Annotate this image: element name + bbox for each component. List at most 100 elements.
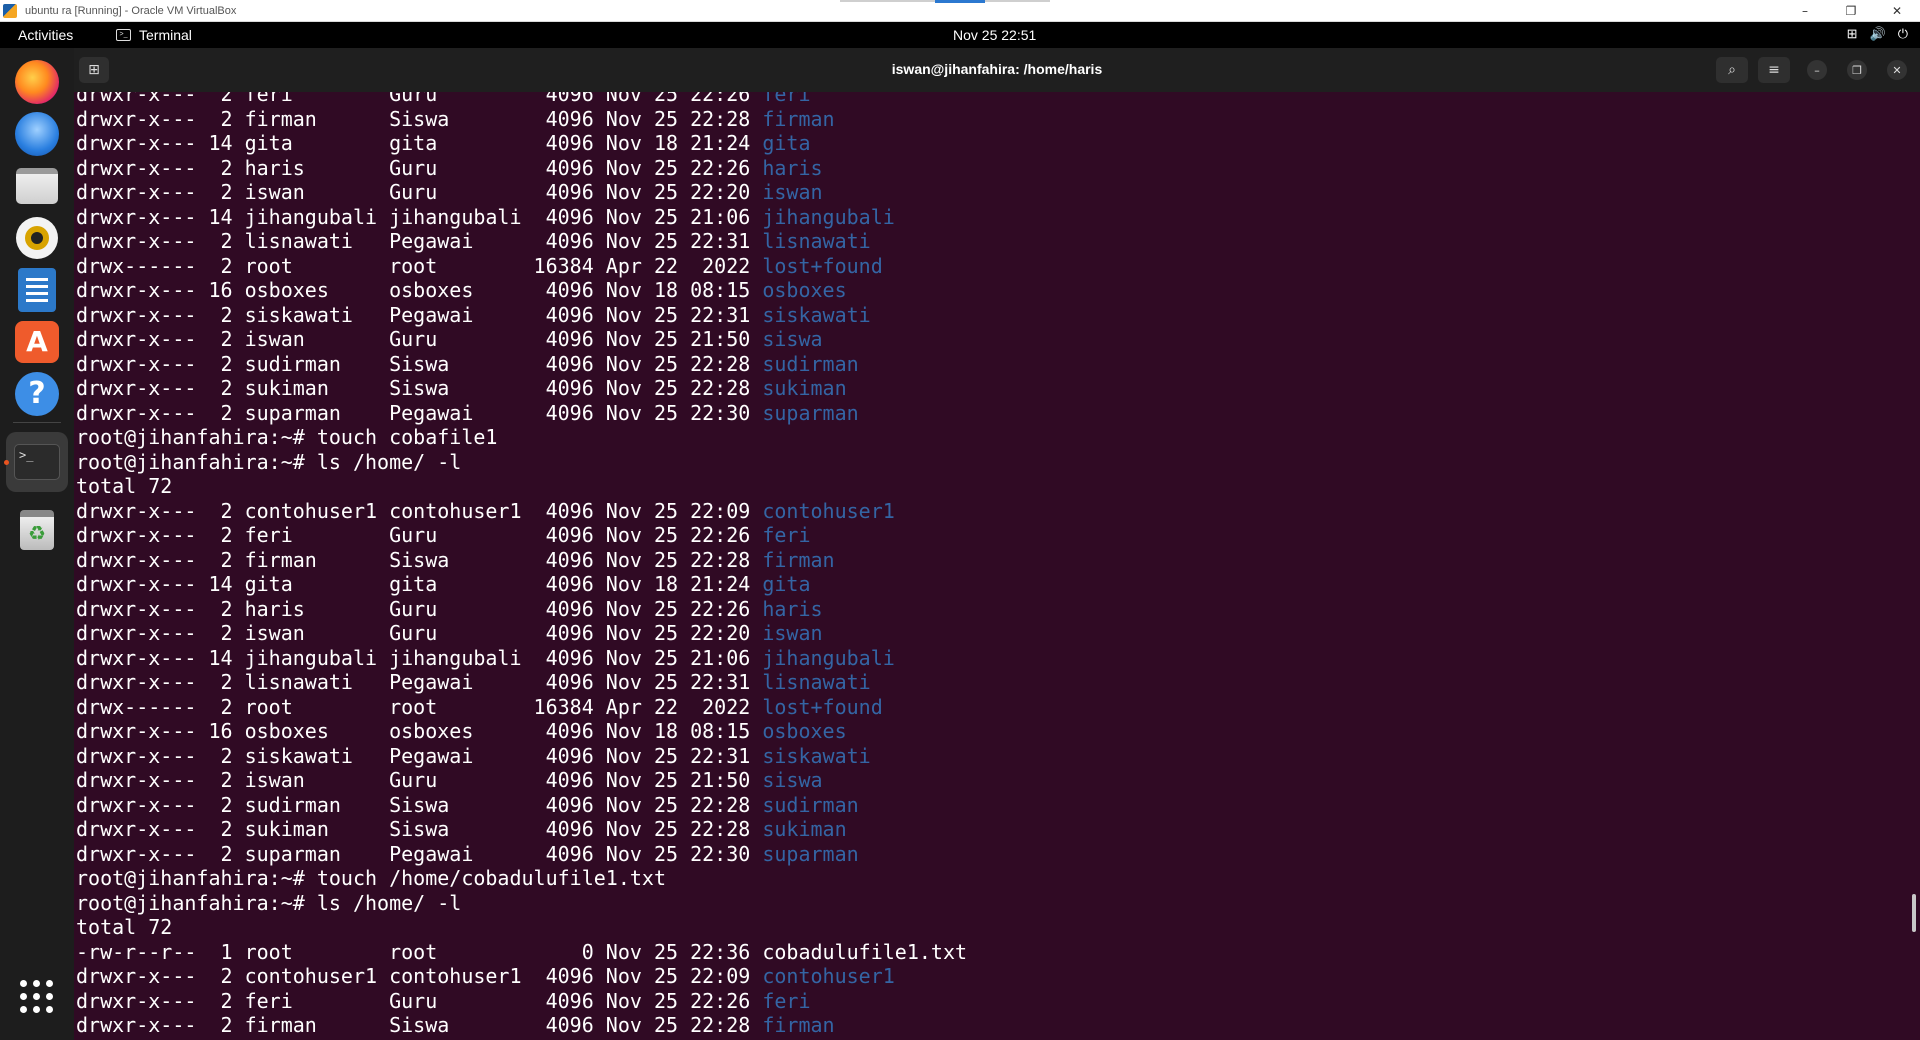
dock-terminal[interactable]: >_ [6, 432, 68, 492]
terminal-line-text: root@jihanfahira:~# touch cobafile1 [76, 425, 498, 449]
terminal-line: root@jihanfahira:~# touch /home/cobadulu… [76, 866, 1896, 891]
terminal-line-text: drwxr-x--- 2 lisnawati Pegawai 4096 Nov … [76, 670, 763, 694]
libreoffice-writer-icon [18, 268, 56, 312]
search-button[interactable]: ⌕ [1716, 57, 1748, 83]
terminal-line-text: drwxr-x--- 2 contohuser1 contohuser1 409… [76, 498, 763, 523]
menu-button[interactable]: ≡ [1758, 57, 1790, 83]
files-icon [16, 168, 58, 204]
directory-name: gita [762, 131, 811, 155]
directory-name: suparman [762, 400, 859, 425]
terminal-line-text: drwxr-x--- 2 haris Guru 4096 Nov 25 22:2… [76, 596, 763, 621]
directory-name: sudirman [762, 792, 859, 817]
app-menu[interactable]: >_ Terminal [116, 27, 192, 43]
terminal-line-text: drwxr-x--- 2 feri Guru 4096 Nov 25 22:26 [76, 988, 763, 1013]
power-icon[interactable]: ⏻ [1898, 26, 1908, 42]
directory-name: osboxes [762, 278, 847, 302]
directory-name: lisnawati [762, 229, 871, 253]
terminal-line: drwxr-x--- 2 firman Siswa 4096 Nov 25 22… [76, 107, 1896, 132]
terminal-line: drwxr-x--- 2 lisnawati Pegawai 4096 Nov … [76, 670, 1896, 695]
clock[interactable]: Nov 25 22:51 [953, 27, 1036, 43]
terminal-line: total 72 [76, 474, 1896, 499]
terminal-line-text: drwxr-x--- 2 suparman Pegawai 4096 Nov 2… [76, 841, 763, 866]
close-button[interactable]: ✕ [1887, 60, 1907, 80]
vbox-restore-button[interactable]: ❐ [1828, 0, 1874, 22]
dock-trash[interactable]: ♻ [13, 506, 61, 554]
dock-firefox[interactable] [13, 58, 61, 106]
minimize-icon: – [1814, 63, 1820, 77]
terminal-line-text: total 72 [76, 915, 173, 939]
terminal-line: drwx------ 2 root root 16384 Apr 22 2022… [76, 695, 1896, 720]
terminal-line-text: drwxr-x--- 2 iswan Guru 4096 Nov 25 22:2… [76, 180, 763, 204]
directory-name: siskawati [762, 302, 871, 327]
terminal-output[interactable]: drwxr-x--- 2 feri Guru 4096 Nov 25 22:26… [74, 92, 1920, 1040]
terminal-line-text: drwxr-x--- 14 gita gita 4096 Nov 18 21:2… [76, 572, 763, 596]
maximize-button[interactable]: ❐ [1847, 60, 1867, 80]
terminal-line: drwxr-x--- 2 sudirman Siswa 4096 Nov 25 … [76, 793, 1896, 818]
terminal-line: drwxr-x--- 2 feri Guru 4096 Nov 25 22:26… [76, 523, 1896, 548]
dock-files[interactable] [13, 162, 61, 210]
close-icon: ✕ [1892, 63, 1902, 77]
terminal-line-text: drwxr-x--- 2 sudirman Siswa 4096 Nov 25 … [76, 792, 763, 817]
terminal-line-text: drwxr-x--- 2 siskawati Pegawai 4096 Nov … [76, 302, 763, 327]
terminal-line: root@jihanfahira:~# ls /home/ -l [76, 891, 1896, 916]
directory-name: feri [762, 523, 811, 547]
terminal-line: -rw-r--r-- 1 root root 0 Nov 25 22:36 co… [76, 940, 1896, 965]
help-icon: ? [15, 372, 59, 416]
terminal-line: total 72 [76, 915, 1896, 940]
terminal-line-text: drwx------ 2 root root 16384 Apr 22 2022 [76, 694, 763, 719]
vbox-minimize-button[interactable]: – [1782, 0, 1828, 22]
network-icon[interactable]: ⊞ [1847, 26, 1858, 42]
terminal-line-text: drwxr-x--- 2 sukiman Siswa 4096 Nov 25 2… [76, 376, 763, 400]
terminal-line: drwxr-x--- 2 lisnawati Pegawai 4096 Nov … [76, 229, 1896, 254]
terminal-line: drwx------ 2 root root 16384 Apr 22 2022… [76, 254, 1896, 279]
trash-icon: ♻ [20, 510, 54, 550]
dock-app-center[interactable]: A [13, 318, 61, 366]
gnome-top-bar: Activities >_ Terminal Nov 25 22:51 ⊞ 🔊 … [0, 22, 1920, 48]
volume-icon[interactable]: 🔊 [1870, 26, 1886, 42]
terminal-line-text: drwxr-x--- 14 jihangubali jihangubali 40… [76, 645, 763, 670]
terminal-line: drwxr-x--- 14 jihangubali jihangubali 40… [76, 646, 1896, 671]
system-tray[interactable]: ⊞ 🔊 ⏻ [1847, 26, 1908, 42]
terminal-headerbar: ⊞ iswan@jihanfahira: /home/haris ⌕ ≡ – ❐… [74, 48, 1920, 92]
directory-name: lost+found [762, 253, 883, 278]
terminal-icon: >_ [14, 444, 60, 480]
dock-thunderbird[interactable] [13, 110, 61, 158]
dock-show-apps[interactable] [13, 973, 61, 1021]
vbox-titlebar: ubuntu ra [Running] - Oracle VM VirtualB… [0, 0, 1920, 22]
terminal-line: drwxr-x--- 2 haris Guru 4096 Nov 25 22:2… [76, 156, 1896, 181]
app-menu-label: Terminal [139, 27, 192, 43]
terminal-line-text: drwxr-x--- 2 firman Siswa 4096 Nov 25 22… [76, 1013, 763, 1037]
terminal-line: root@jihanfahira:~# touch cobafile1 [76, 425, 1896, 450]
dock-help[interactable]: ? [13, 370, 61, 418]
terminal-line-text: drwxr-x--- 16 osboxes osboxes 4096 Nov 1… [76, 719, 763, 743]
vbox-close-button[interactable]: ✕ [1874, 0, 1920, 22]
dock-rhythmbox[interactable] [13, 214, 61, 262]
directory-name: contohuser1 [762, 964, 895, 988]
scrollbar[interactable] [1912, 894, 1916, 932]
terminal-app-icon: >_ [116, 29, 131, 41]
dock-separator [13, 422, 61, 423]
directory-name: jihangubali [762, 204, 895, 229]
terminal-line-text: drwxr-x--- 16 osboxes osboxes 4096 Nov 1… [76, 278, 763, 302]
minimize-button[interactable]: – [1807, 60, 1827, 80]
terminal-line-text: drwxr-x--- 2 haris Guru 4096 Nov 25 22:2… [76, 155, 763, 180]
directory-name: jihangubali [762, 645, 895, 670]
dock-libreoffice-writer[interactable] [13, 266, 61, 314]
vbox-window-title: ubuntu ra [Running] - Oracle VM VirtualB… [25, 4, 237, 17]
rhythmbox-icon [16, 217, 58, 259]
directory-name: sukiman [762, 376, 847, 400]
directory-name: siswa [762, 768, 823, 792]
terminal-line-text: drwxr-x--- 2 iswan Guru 4096 Nov 25 21:5… [76, 327, 763, 351]
directory-name: siskawati [762, 743, 871, 768]
terminal-line: drwxr-x--- 2 suparman Pegawai 4096 Nov 2… [76, 401, 1896, 426]
terminal-line-text: root@jihanfahira:~# ls /home/ -l [76, 449, 462, 474]
activities-button[interactable]: Activities [18, 27, 73, 43]
directory-name: osboxes [762, 719, 847, 743]
terminal-line-text: drwxr-x--- 2 feri Guru 4096 Nov 25 22:26 [76, 92, 763, 106]
directory-name: suparman [762, 841, 859, 866]
terminal-line-text: drwxr-x--- 2 contohuser1 contohuser1 409… [76, 964, 763, 988]
virtualbox-icon [3, 3, 17, 18]
thunderbird-icon [15, 112, 59, 156]
terminal-line: drwxr-x--- 2 feri Guru 4096 Nov 25 22:26… [76, 989, 1896, 1014]
terminal-line: drwxr-x--- 2 siskawati Pegawai 4096 Nov … [76, 303, 1896, 328]
